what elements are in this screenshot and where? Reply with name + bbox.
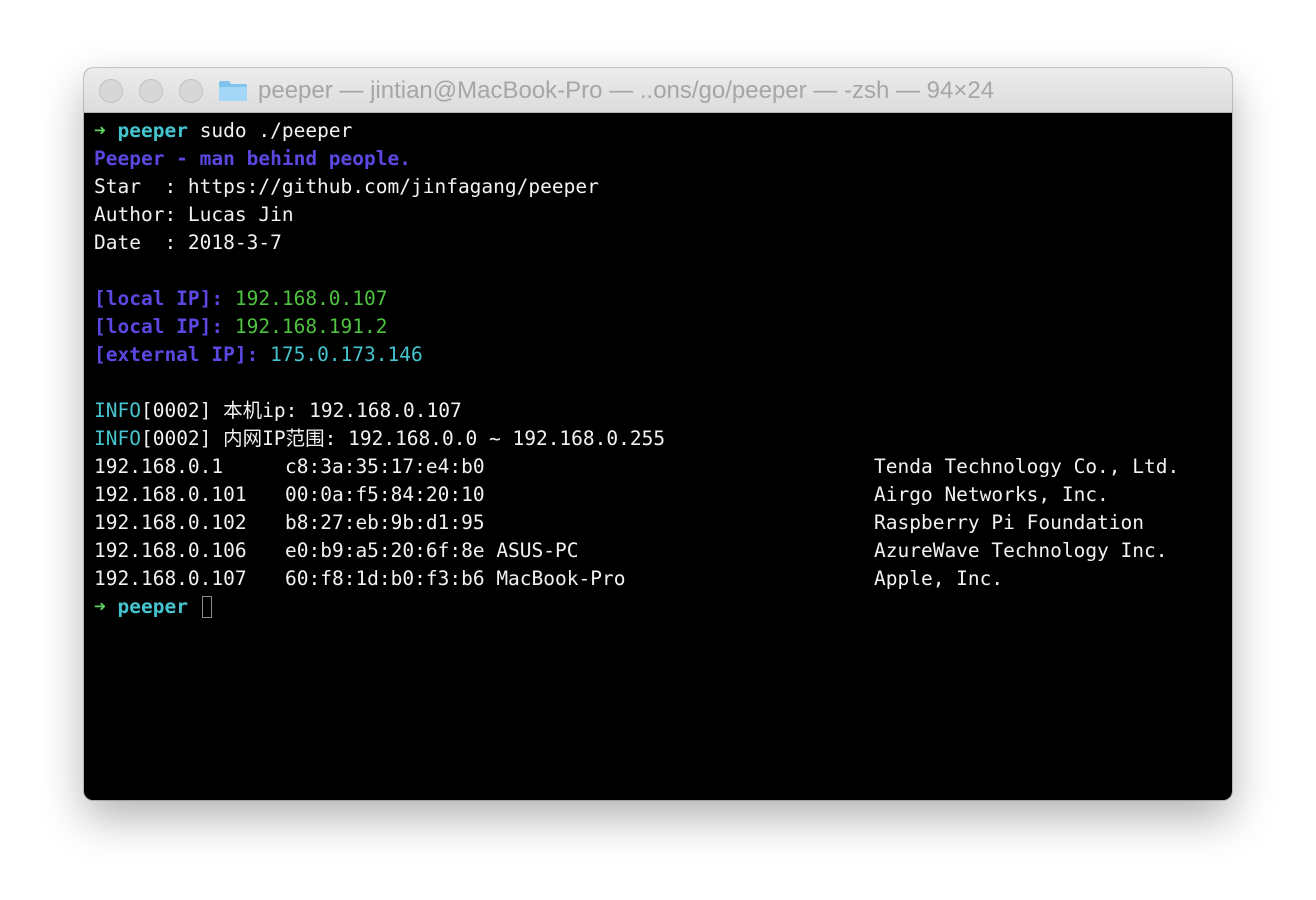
banner-text: Peeper - man behind people. (94, 147, 411, 170)
title-bar[interactable]: peeper — jintian@MacBook-Pro — ..ons/go/… (84, 68, 1232, 113)
prompt-arrow-icon: ➜ (94, 119, 106, 142)
device-mac: e0:b9:a5:20:6f:8e ASUS-PC (285, 539, 579, 562)
ip-label: [local IP]: (94, 315, 235, 338)
device-row: 192.168.0.101 00:0a:f5:84:20:10 Airgo Netw… (94, 481, 1232, 509)
device-mac: 00:0a:f5:84:20:10 (285, 483, 485, 506)
device-mac: b8:27:eb:9b:d1:95 (285, 511, 485, 534)
author-line: Author: Lucas Jin (94, 203, 294, 226)
device-mac: c8:3a:35:17:e4:b0 (285, 455, 485, 478)
zoom-button[interactable] (179, 79, 203, 103)
folder-icon (218, 80, 248, 102)
info-tag: INFO (94, 427, 141, 450)
device-row: 192.168.0.1 c8:3a:35:17:e4:b0 Tenda Techno… (94, 453, 1232, 481)
device-ip: 192.168.0.101 (94, 483, 247, 506)
ip-line: [local IP]: 192.168.191.2 (94, 313, 1232, 341)
device-vendor: Airgo Networks, Inc. (874, 483, 1109, 506)
info-text: [0002] 内网IP范围: 192.168.0.0 ~ 192.168.0.2… (140, 427, 666, 450)
prompt-line-2: ➜ peeper (94, 593, 1232, 621)
device-ip: 192.168.0.1 (94, 455, 224, 478)
device-vendor: Apple, Inc. (874, 567, 1004, 590)
ip-value: 192.168.0.107 (234, 287, 388, 310)
device-ip: 192.168.0.106 (94, 539, 247, 562)
star-line: Star : https://github.com/jinfagang/peep… (94, 175, 599, 198)
text-cursor[interactable] (201, 596, 212, 618)
device-ip: 192.168.0.102 (94, 511, 247, 534)
device-mac: 60:f8:1d:b0:f3:b6 MacBook-Pro (285, 567, 626, 590)
terminal-output[interactable]: ➜ peeper sudo ./peeper Peeper - man behi… (84, 113, 1232, 621)
prompt-command: sudo ./peeper (187, 119, 353, 142)
banner-line: Peeper - man behind people. (94, 145, 1232, 173)
ip-label: [local IP]: (94, 287, 235, 310)
info-line: INFO[0002] 内网IP范围: 192.168.0.0 ~ 192.168… (94, 425, 1232, 453)
terminal-window: peeper — jintian@MacBook-Pro — ..ons/go/… (84, 68, 1232, 800)
device-vendor: AzureWave Technology Inc. (874, 539, 1168, 562)
prompt-directory: peeper (117, 119, 188, 142)
device-row: 192.168.0.106 e0:b9:a5:20:6f:8e ASUS-PC Az… (94, 537, 1232, 565)
minimize-button[interactable] (139, 79, 163, 103)
device-vendor: Raspberry Pi Foundation (874, 511, 1145, 534)
prompt-directory: peeper (117, 595, 188, 618)
ip-value: 192.168.191.2 (234, 315, 388, 338)
ip-label: [external IP]: (94, 343, 271, 366)
info-tag: INFO (94, 399, 141, 422)
ip-value: 175.0.173.146 (270, 343, 423, 366)
date-line: Date : 2018-3-7 (94, 231, 282, 254)
device-row: 192.168.0.107 60:f8:1d:b0:f3:b6 MacBook-P… (94, 565, 1232, 593)
device-row: 192.168.0.102 b8:27:eb:9b:d1:95 Raspberry … (94, 509, 1232, 537)
window-title: peeper — jintian@MacBook-Pro — ..ons/go/… (258, 76, 995, 104)
window-title-group: peeper — jintian@MacBook-Pro — ..ons/go/… (218, 68, 994, 113)
ip-line: [external IP]: 175.0.173.146 (94, 341, 1232, 369)
info-text: [0002] 本机ip: 192.168.0.107 (140, 399, 462, 422)
close-button[interactable] (99, 79, 123, 103)
ip-line: [local IP]: 192.168.0.107 (94, 285, 1232, 313)
device-ip: 192.168.0.107 (94, 567, 247, 590)
device-vendor: Tenda Technology Co., Ltd. (874, 455, 1180, 478)
prompt-arrow-icon: ➜ (94, 595, 106, 618)
info-line: INFO[0002] 本机ip: 192.168.0.107 (94, 397, 1232, 425)
prompt-line-1: ➜ peeper sudo ./peeper (94, 117, 1232, 145)
